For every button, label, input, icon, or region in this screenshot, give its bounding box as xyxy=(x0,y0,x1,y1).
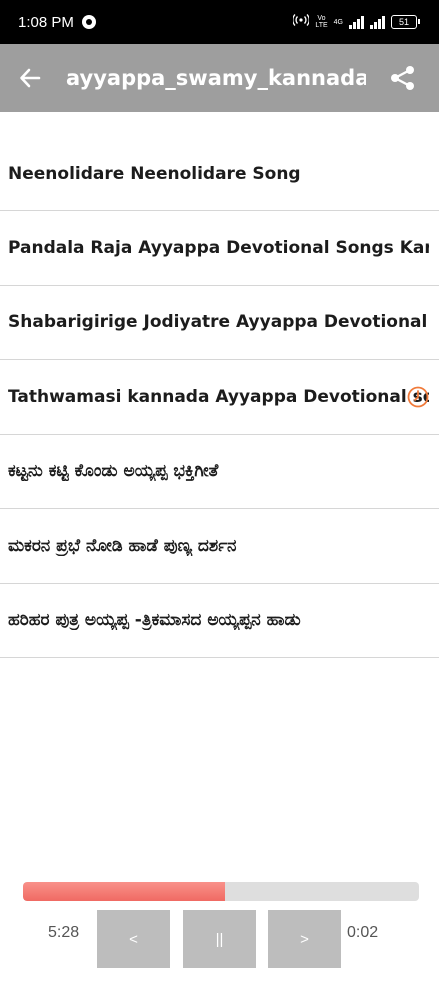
battery-icon: 51 xyxy=(391,15,420,29)
list-item[interactable]: Shabarigirige Jodiyatre Ayyappa Devotion… xyxy=(0,286,439,360)
list-item[interactable]: ಹರಿಹರ ಪುತ್ರ ಅಯ್ಯಪ್ಪ -ತ್ರಿಕಮಾಸದ ಅಯ್ಯಪ್ಪನ … xyxy=(0,584,439,658)
list-item[interactable]: Tathwamasi kannada Ayyappa Devotional so… xyxy=(0,360,439,435)
notification-icon xyxy=(81,15,96,29)
remaining-time: 0:02 xyxy=(347,924,379,941)
back-button[interactable] xyxy=(0,44,60,112)
hotspot-icon xyxy=(292,14,311,30)
status-indicators: Vo LTE 4G 51 xyxy=(292,14,420,30)
next-button[interactable]: > xyxy=(268,910,341,968)
app-bar: ayyappa_swamy_kannada_ xyxy=(0,44,439,112)
list-item[interactable]: Pandala Raja Ayyappa Devotional Songs Ka… xyxy=(0,211,439,286)
share-button[interactable] xyxy=(389,64,417,92)
signal-icon-2 xyxy=(370,15,385,29)
page-title: ayyappa_swamy_kannada_ xyxy=(66,66,366,90)
volte-bottom: LTE xyxy=(315,22,328,29)
list-item[interactable]: ಕಟ್ಟನು ಕಟ್ಟಿ ಕೊಂಡು ಅಯ್ಯಪ್ಪ ಭಕ್ತಿಗೀತೆ xyxy=(0,435,439,509)
list-item[interactable]: ಮಕರನ ಪ್ರಭೆ ನೋಡಿ ಹಾಡೆ ಪುಣ್ಯ ದರ್ಶನ xyxy=(0,509,439,584)
song-title: Tathwamasi kannada Ayyappa Devotional so… xyxy=(8,386,429,407)
volte-indicator: Vo LTE xyxy=(315,15,327,29)
status-time: 1:08 PM xyxy=(18,13,74,31)
signal-icon xyxy=(349,15,364,29)
song-title: ಕಟ್ಟನು ಕಟ್ಟಿ ಕೊಂಡು ಅಯ್ಯಪ್ಪ ಭಕ್ತಿಗೀತೆ xyxy=(8,461,219,482)
network-type: 4G xyxy=(333,18,343,26)
arrow-left-icon xyxy=(20,68,41,88)
share-icon xyxy=(391,66,414,90)
previous-button[interactable]: < xyxy=(97,910,170,968)
song-title: Shabarigirige Jodiyatre Ayyappa Devotion… xyxy=(8,312,429,333)
loading-icon xyxy=(407,386,429,408)
list-item[interactable]: Neenolidare Neenolidare Song xyxy=(0,137,439,211)
song-title: ಮಕರನ ಪ್ರಭೆ ನೋಡಿ ಹಾಡೆ ಪುಣ್ಯ ದರ್ಶನ xyxy=(8,535,237,556)
song-list: Neenolidare Neenolidare Song Pandala Raj… xyxy=(0,137,439,658)
song-title: ಹರಿಹರ ಪುತ್ರ ಅಯ್ಯಪ್ಪ -ತ್ರಿಕಮಾಸದ ಅಯ್ಯಪ್ಪನ … xyxy=(8,610,301,631)
seek-bar-progress xyxy=(23,882,225,901)
seek-bar[interactable] xyxy=(23,882,419,901)
volte-top: Vo xyxy=(317,15,326,22)
song-title: Neenolidare Neenolidare Song xyxy=(8,163,301,184)
pause-button[interactable]: || xyxy=(183,910,256,968)
elapsed-time: 5:28 xyxy=(48,924,80,941)
status-bar: 1:08 PM Vo LTE 4G 51 xyxy=(0,0,439,44)
song-title: Pandala Raja Ayyappa Devotional Songs Ka… xyxy=(8,237,429,258)
